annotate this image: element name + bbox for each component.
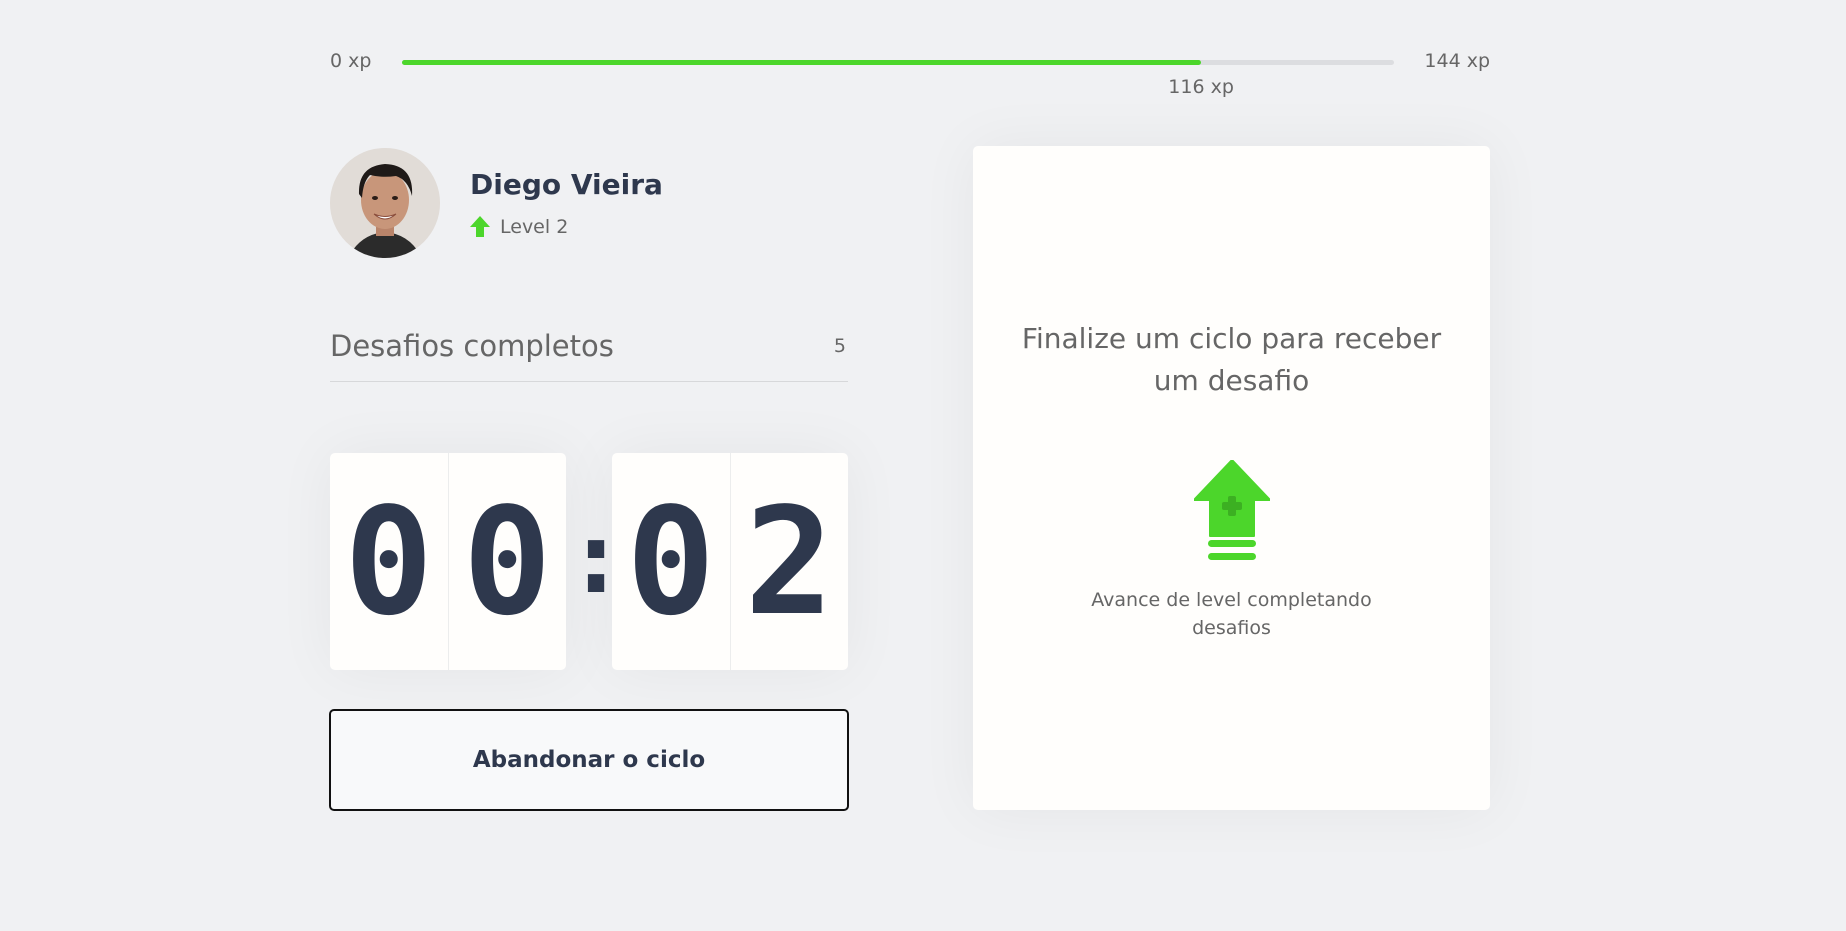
profile-name: Diego Vieira (470, 168, 663, 202)
xp-progress-track (402, 60, 1394, 65)
challenge-box: Finalize um ciclo para receber um desafi… (973, 146, 1490, 810)
countdown-second-ones: 2 (744, 475, 834, 648)
countdown-minute-tens: 0 (330, 453, 449, 670)
countdown-minute-ones: 0 (462, 475, 552, 648)
countdown-timer: 0 0 : 0 2 (330, 453, 848, 670)
countdown-separator: : (566, 498, 627, 616)
experience-bar: 0 xp 116 xp 144 xp (330, 48, 1490, 98)
challenge-box-title: Finalize um ciclo para receber um desafi… (1021, 322, 1442, 397)
challenge-box-subtitle: Avance de level completando desafios (1091, 589, 1372, 639)
countdown-seconds: 0 2 (612, 453, 848, 670)
abandon-cycle-button[interactable]: Abandonar o ciclo (329, 709, 849, 811)
completed-challenges: Desafios completos 5 (330, 322, 848, 382)
level-up-icon (1192, 459, 1271, 566)
countdown-second-tens: 0 (612, 453, 731, 670)
avatar-photo-icon (330, 148, 440, 258)
profile-level: Level 2 (470, 215, 663, 238)
completed-challenges-count: 5 (833, 334, 846, 357)
completed-challenges-label: Desafios completos (330, 328, 614, 363)
profile: Diego Vieira Level 2 (330, 148, 663, 258)
xp-max-label: 144 xp (1424, 50, 1490, 72)
level-up-arrow-icon (470, 215, 490, 238)
profile-info: Diego Vieira Level 2 (470, 168, 663, 238)
xp-min-label: 0 xp (330, 50, 372, 72)
countdown-minutes: 0 0 (330, 453, 566, 670)
profile-level-label: Level 2 (500, 215, 569, 238)
xp-progress-fill (402, 60, 1202, 65)
avatar (330, 148, 440, 258)
xp-current-label: 116 xp (1168, 76, 1234, 98)
